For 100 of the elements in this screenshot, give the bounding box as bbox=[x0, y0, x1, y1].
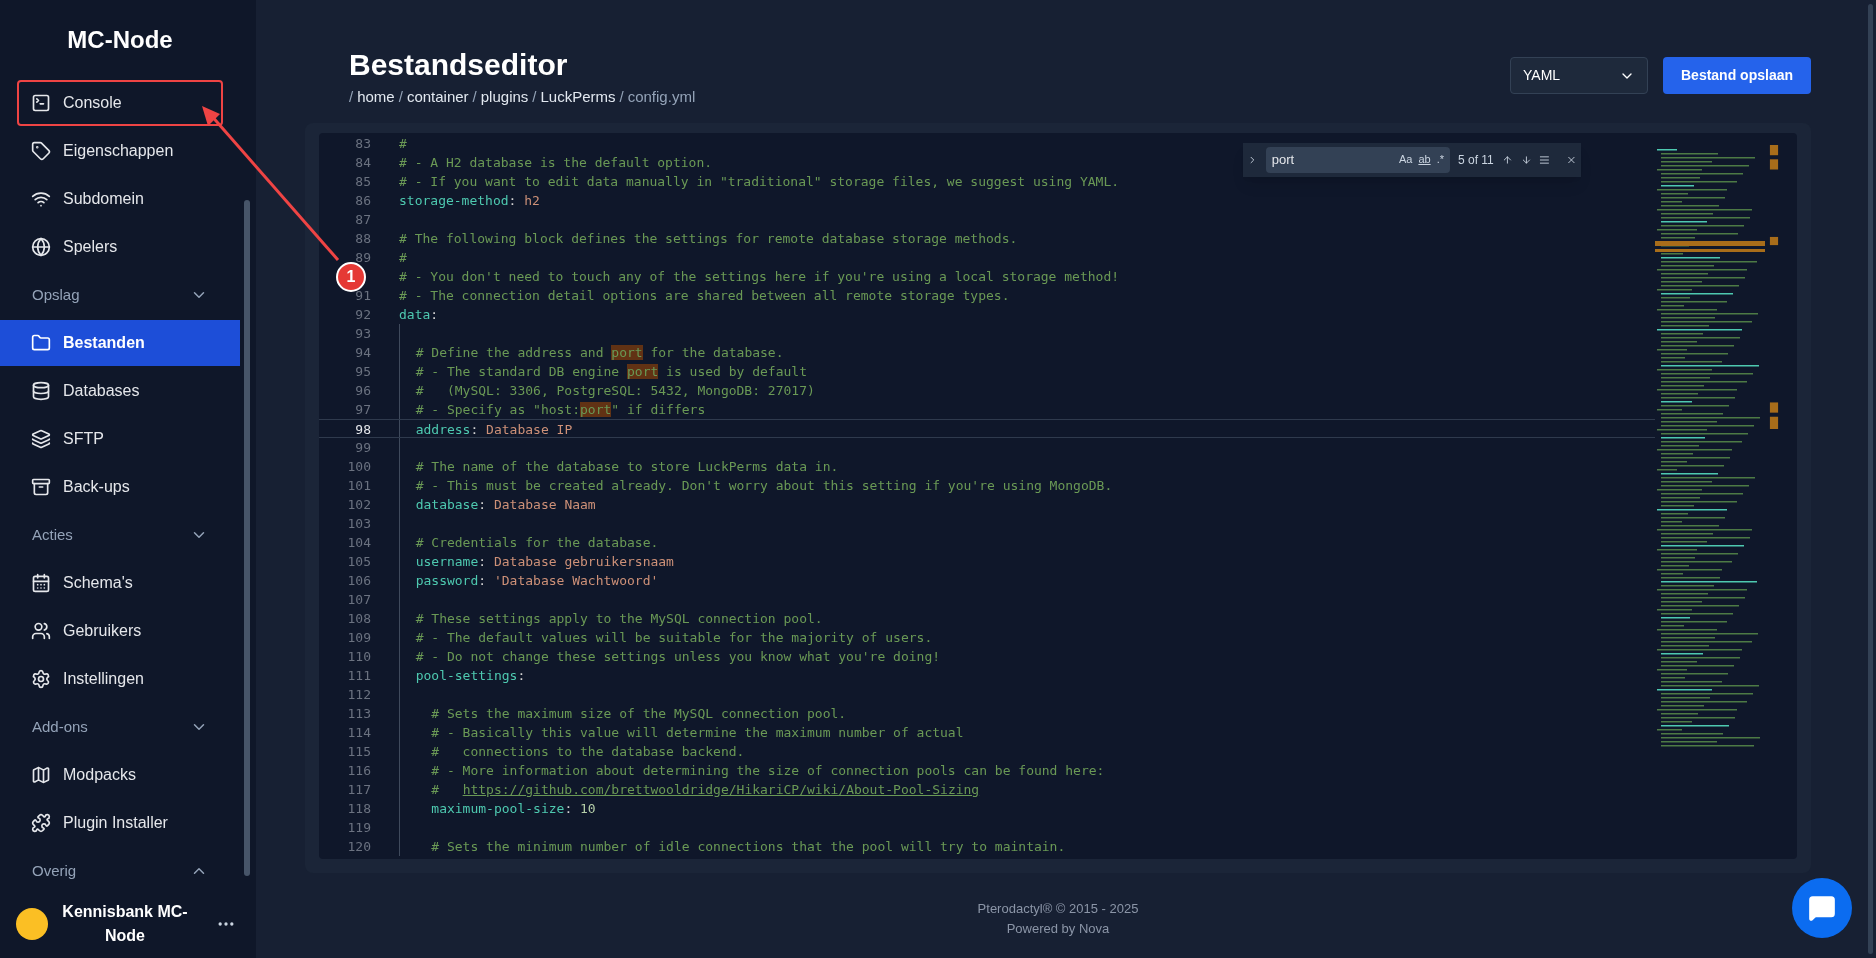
breadcrumb-separator: / bbox=[532, 87, 537, 107]
line-number: 103 bbox=[347, 515, 371, 531]
line-number: 89 bbox=[355, 249, 371, 265]
sidebar-item[interactable]: Databases bbox=[0, 368, 240, 414]
line-number: 93 bbox=[355, 325, 371, 341]
code-line: # - The connection detail options are shared between all remote storage types. bbox=[399, 287, 1010, 303]
breadcrumb-link[interactable]: plugins bbox=[480, 86, 529, 109]
line-number: 88 bbox=[355, 230, 371, 246]
match-count: 5 of 11 bbox=[1457, 151, 1494, 169]
save-button[interactable]: Bestand opslaan bbox=[1663, 57, 1811, 94]
code-line: # The following block defines the settings for remote database storage methods. bbox=[399, 230, 1018, 246]
chat-button[interactable] bbox=[1792, 878, 1852, 938]
section-title: Add-ons bbox=[32, 716, 88, 737]
link[interactable]: https://github.com/brettwooldridge/HikariCP/wiki/About-Pool-Sizing bbox=[462, 781, 980, 797]
folder-icon bbox=[31, 333, 51, 353]
code-line: # These settings apply to the MySQL connection pool. bbox=[414, 610, 823, 626]
sidebar-item[interactable]: Modpacks bbox=[0, 752, 240, 798]
sidebar-scrollbar[interactable] bbox=[244, 200, 250, 876]
sidebar-item[interactable]: Instellingen bbox=[0, 656, 240, 702]
line-number: 110 bbox=[347, 648, 371, 664]
puzzle-icon bbox=[31, 813, 51, 833]
sidebar-item[interactable]: Bestanden bbox=[0, 320, 240, 366]
section-title: Overig bbox=[32, 860, 77, 881]
line-number: 116 bbox=[347, 762, 371, 778]
page-title: Bestandseditor bbox=[349, 48, 569, 82]
code-line: # (MySQL: 3306, PostgreSQL: 5432, MongoDB: 27017) bbox=[414, 382, 815, 398]
globe-icon bbox=[31, 237, 51, 257]
line-number: 109 bbox=[347, 629, 371, 645]
powered-by-text: Powered by Nova bbox=[1006, 919, 1110, 938]
code-line: # - Do not change these settings unless you know what you're doing! bbox=[414, 648, 941, 664]
sidebar-item[interactable]: SFTP bbox=[0, 416, 240, 462]
code-line: # - If you want to edit data manually in "traditional" storage files, we suggest using YAML. bbox=[399, 173, 1120, 189]
find-input[interactable]: port Aa ab .* bbox=[1265, 146, 1450, 173]
user-avatar bbox=[16, 908, 48, 940]
code-line: # Sets the minimum number of idle connections that the pool will try to maintain. bbox=[430, 838, 1066, 854]
copyright-text: Pterodactyl® © 2015 - 2025 bbox=[977, 899, 1139, 918]
sidebar-item[interactable]: Console bbox=[17, 80, 223, 126]
code-line: # Define the address and port for the database. bbox=[414, 344, 784, 360]
line-number: 117 bbox=[347, 781, 371, 797]
terminal-icon bbox=[31, 93, 51, 113]
code-line: # Sets the maximum size of the MySQL connection pool. bbox=[430, 705, 847, 721]
line-number: 96 bbox=[355, 382, 371, 398]
code-line: maximum-pool-size: 10 bbox=[430, 800, 596, 816]
sidebar-item[interactable]: Subdomein bbox=[0, 176, 240, 222]
code-line: # - More information about determining the size of connection pools can be found here: bbox=[430, 762, 1105, 778]
breadcrumb-link[interactable]: container bbox=[406, 86, 469, 109]
calendar-icon bbox=[31, 573, 51, 593]
line-number: 105 bbox=[347, 553, 371, 569]
sidebar-item[interactable]: Gebruikers bbox=[0, 608, 240, 654]
map-icon bbox=[31, 765, 51, 785]
brand-title: MC-Node bbox=[66, 25, 174, 55]
line-number: 106 bbox=[347, 572, 371, 588]
line-number: 95 bbox=[355, 363, 371, 379]
code-line: # - You don't need to touch any of the settings here if you're using a local storage method! bbox=[399, 268, 1120, 284]
page-scrollbar[interactable] bbox=[1868, 4, 1873, 954]
match-case-toggle[interactable]: Aa bbox=[1398, 151, 1413, 168]
line-number: 98 bbox=[355, 421, 371, 437]
whole-word-toggle[interactable]: ab bbox=[1418, 151, 1431, 168]
code-line: # - Specify as "host:port" if differs bbox=[414, 401, 706, 417]
line-number: 94 bbox=[355, 344, 371, 360]
line-number: 119 bbox=[347, 819, 371, 835]
line-number: 85 bbox=[355, 173, 371, 189]
section-title: Acties bbox=[32, 524, 73, 545]
sidebar-item[interactable]: Schema's bbox=[0, 560, 240, 606]
language-select[interactable]: YAML bbox=[1510, 57, 1648, 94]
tag-icon bbox=[31, 141, 51, 161]
sidebar-item[interactable]: Back-ups bbox=[0, 464, 240, 510]
breadcrumb-link[interactable]: LuckPerms bbox=[540, 86, 616, 109]
breadcrumb-separator: / bbox=[619, 87, 624, 107]
sidebar-item[interactable]: Spelers bbox=[0, 224, 240, 270]
user-name: Kennisbank MC-Node bbox=[61, 902, 189, 946]
sidebar-item[interactable]: Plugin Installer bbox=[0, 800, 240, 846]
sidebar-item[interactable]: Eigenschappen bbox=[0, 128, 240, 174]
wifi-icon bbox=[31, 189, 51, 209]
line-number: 99 bbox=[355, 439, 371, 455]
breadcrumb-separator: / bbox=[349, 87, 354, 107]
code-line: storage-method: h2 bbox=[399, 192, 540, 208]
line-number: 113 bbox=[347, 705, 371, 721]
code-line: # - A H2 database is the default option. bbox=[399, 154, 713, 170]
users-icon bbox=[31, 621, 51, 641]
line-number: 114 bbox=[347, 724, 371, 740]
line-number: 115 bbox=[347, 743, 371, 759]
code-line: # The name of the database to store LuckPerms data in. bbox=[414, 458, 839, 474]
code-line: password: 'Database Wachtwoord' bbox=[414, 572, 659, 588]
line-number: 108 bbox=[347, 610, 371, 626]
line-number: 97 bbox=[355, 401, 371, 417]
line-number: 87 bbox=[355, 211, 371, 227]
code-line: # - Basically this value will determine the maximum number of actual bbox=[430, 724, 964, 740]
line-number: 102 bbox=[347, 496, 371, 512]
line-number: 104 bbox=[347, 534, 371, 550]
line-number: 112 bbox=[347, 686, 371, 702]
breadcrumb-link[interactable]: home bbox=[357, 86, 395, 109]
line-number: 120 bbox=[347, 838, 371, 854]
code-line: # bbox=[399, 135, 407, 151]
breadcrumb-current: config.yml bbox=[627, 87, 696, 107]
line-number: 100 bbox=[347, 458, 371, 474]
chat-icon bbox=[1808, 894, 1836, 922]
line-number: 86 bbox=[355, 192, 371, 208]
regex-toggle[interactable]: .* bbox=[1436, 151, 1444, 168]
breadcrumb-separator: / bbox=[472, 87, 477, 107]
